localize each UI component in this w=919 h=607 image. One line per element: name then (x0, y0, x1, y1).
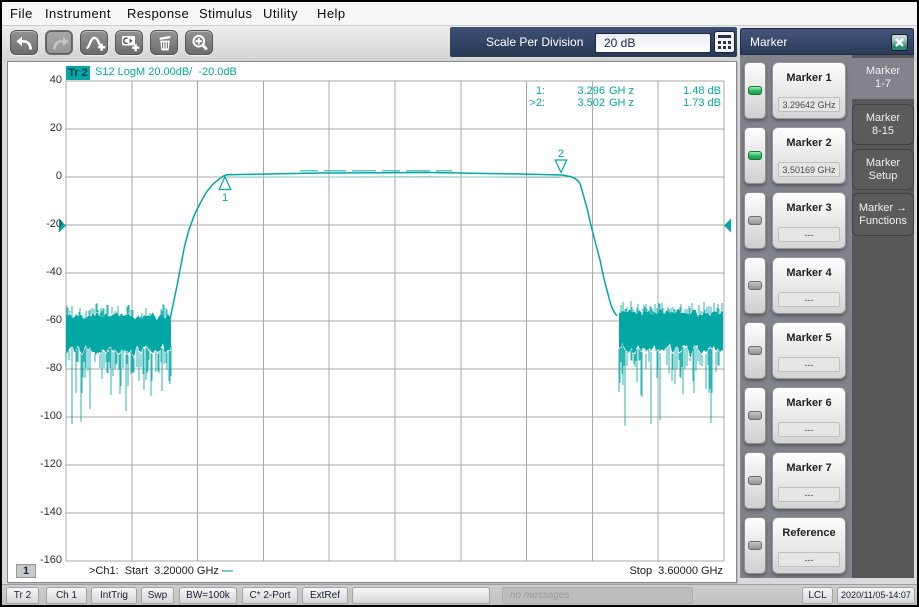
svg-text:1: 1 (222, 192, 228, 204)
svg-text:2: 2 (558, 148, 564, 160)
